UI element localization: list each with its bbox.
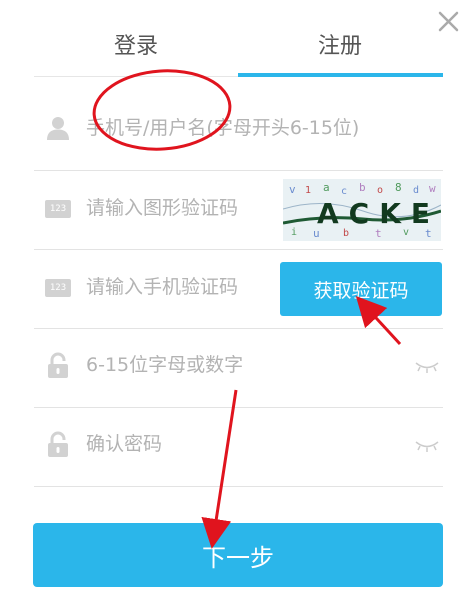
username-input[interactable] [86,108,436,148]
svg-text:d: d [413,185,419,196]
svg-text:w: w [429,182,436,195]
svg-text:v: v [289,183,296,196]
sms-code-input[interactable] [86,267,276,307]
active-tab-indicator [238,73,443,77]
svg-text:8: 8 [395,181,402,194]
image-code-input[interactable] [86,188,276,228]
image-code-row: 123 v 1 a c b o 8 d w i u b t v t ACKE [34,171,443,250]
eye-closed-icon[interactable] [414,439,440,453]
password-row [34,329,443,408]
svg-text:a: a [323,181,330,194]
sms-code-row: 123 获取验证码 [34,250,443,329]
username-row [34,92,443,171]
lock-icon [48,431,68,457]
svg-text:c: c [341,186,347,197]
keypad-icon: 123 [45,200,71,218]
next-step-button[interactable]: 下一步 [33,523,443,587]
svg-text:o: o [377,185,383,196]
lock-icon [48,352,68,378]
eye-closed-icon[interactable] [414,360,440,374]
keypad-icon: 123 [45,279,71,297]
captcha-image[interactable]: v 1 a c b o 8 d w i u b t v t ACKE [283,179,441,241]
user-icon [47,117,69,140]
confirm-password-row [34,408,443,487]
confirm-password-input[interactable] [86,424,406,464]
svg-text:1: 1 [305,185,311,196]
get-code-button[interactable]: 获取验证码 [280,262,442,316]
captcha-text: ACKE [317,197,440,230]
svg-text:i: i [291,227,297,238]
svg-text:b: b [359,181,366,194]
tab-register[interactable]: 注册 [238,22,442,78]
auth-tabs: 登录 注册 [34,22,443,78]
password-input[interactable] [86,345,406,385]
tab-login[interactable]: 登录 [34,22,238,78]
